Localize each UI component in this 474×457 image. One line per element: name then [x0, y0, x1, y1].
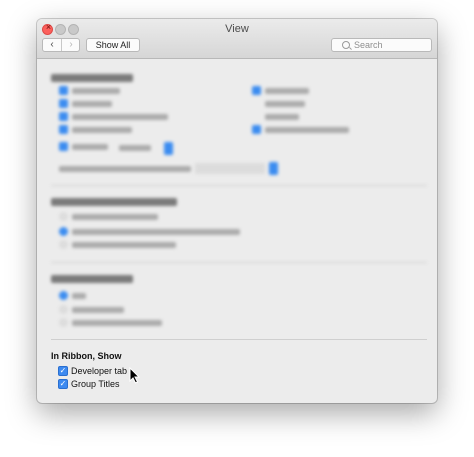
obscured-checkbox[interactable] [59, 112, 68, 121]
show-all-button[interactable]: Show All [86, 38, 140, 52]
section-divider [51, 339, 427, 340]
obscured-label [59, 166, 191, 172]
obscured-label [72, 242, 176, 248]
obscured-checkbox[interactable] [59, 142, 68, 151]
obscured-label [72, 214, 158, 220]
obscured-label [265, 114, 299, 120]
obscured-section-heading [51, 74, 133, 82]
mouse-pointer-icon [129, 367, 141, 384]
chevron-right-icon: › [69, 39, 73, 50]
obscured-radio[interactable] [59, 227, 68, 236]
obscured-label [265, 88, 309, 94]
obscured-section-heading [51, 275, 133, 283]
search-field[interactable] [331, 38, 432, 52]
preferences-window: × View ‹ › Show All Search In Ribbon, Sh… [37, 19, 437, 403]
obscured-checkbox[interactable] [59, 86, 68, 95]
obscured-checkbox[interactable] [252, 125, 261, 134]
obscured-label [72, 101, 112, 107]
forward-button[interactable]: › [62, 39, 80, 51]
section-divider [51, 185, 427, 186]
search-icon [342, 41, 350, 49]
navigation-buttons: ‹ › [42, 38, 80, 52]
window-title: View [225, 23, 249, 35]
group-titles-checkbox[interactable]: ✓ [58, 379, 68, 389]
obscured-label [72, 229, 240, 235]
obscured-radio[interactable] [59, 291, 68, 300]
back-button[interactable]: ‹ [43, 39, 62, 51]
obscured-label [72, 114, 168, 120]
obscured-radio[interactable] [59, 318, 68, 327]
obscured-label [265, 127, 349, 133]
ribbon-section-heading: In Ribbon, Show [51, 351, 122, 361]
chevron-left-icon: ‹ [50, 39, 54, 50]
obscured-label [119, 145, 151, 151]
obscured-label [72, 127, 132, 133]
obscured-popup-arrow[interactable] [164, 142, 173, 155]
developer-tab-label: Developer tab [71, 366, 128, 376]
obscured-radio[interactable] [59, 305, 68, 314]
obscured-label [72, 320, 162, 326]
obscured-radio[interactable] [59, 240, 68, 249]
obscured-label [72, 293, 86, 299]
obscured-radio[interactable] [59, 212, 68, 221]
obscured-popup-arrow[interactable] [269, 162, 278, 175]
obscured-checkbox[interactable] [59, 99, 68, 108]
developer-tab-checkbox[interactable]: ✓ [58, 366, 68, 376]
title-bar: × View ‹ › Show All [37, 19, 437, 59]
obscured-settings-area [37, 59, 437, 339]
obscured-label [72, 144, 108, 150]
obscured-popup[interactable] [195, 163, 265, 174]
obscured-section-heading [51, 198, 177, 206]
search-input[interactable] [354, 39, 428, 51]
obscured-label [72, 307, 124, 313]
obscured-checkbox[interactable] [59, 125, 68, 134]
section-divider [51, 262, 427, 263]
group-titles-label: Group Titles [71, 379, 120, 389]
obscured-checkbox[interactable] [252, 86, 261, 95]
obscured-label [72, 88, 120, 94]
obscured-label [265, 101, 305, 107]
